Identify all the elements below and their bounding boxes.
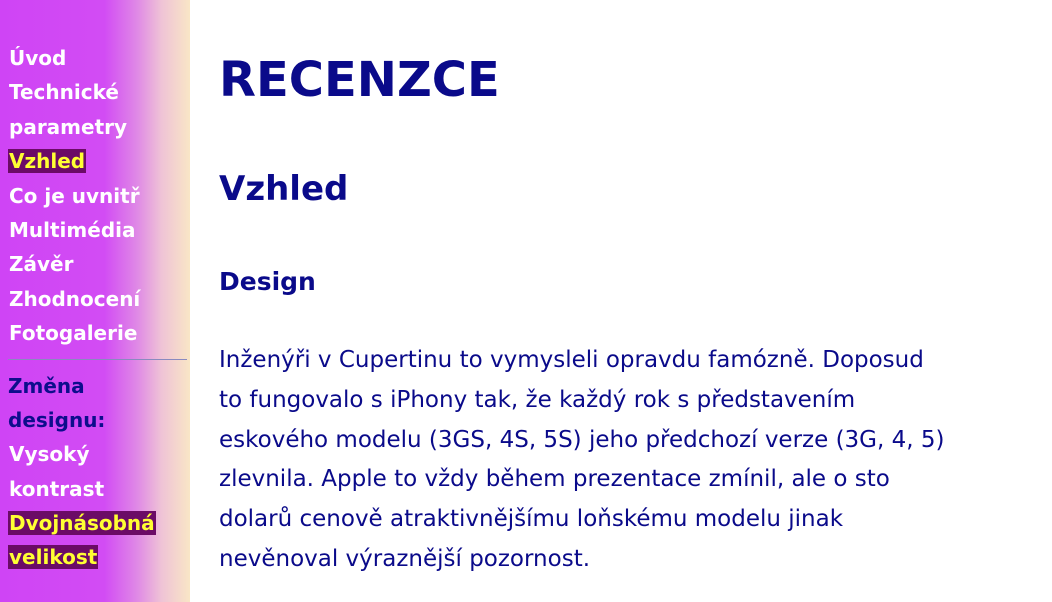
nav-link-zaver[interactable]: Závěr — [0, 247, 190, 281]
double-size-link[interactable]: Dvojnásobná — [0, 506, 190, 540]
sidebar-divider — [8, 358, 187, 360]
double-size-link[interactable]: velikost — [0, 540, 190, 574]
page-title: RECENZCE — [219, 52, 500, 108]
nav-link-label: Co je uvnitř — [9, 183, 140, 208]
nav-link-label: Vzhled — [8, 149, 87, 174]
sidebar: Úvod Technické parametry Vzhled Co je uv… — [0, 0, 190, 602]
high-contrast-link[interactable]: kontrast — [0, 472, 190, 506]
paragraph-line: zlevnila. Apple to vždy během prezentace… — [219, 466, 890, 493]
design-switcher: Změna designu: Vysoký kontrast Dvojnásob… — [0, 369, 190, 575]
high-contrast-link[interactable]: Vysoký — [0, 437, 190, 471]
nav-menu: Úvod Technické parametry Vzhled Co je uv… — [0, 41, 190, 351]
subsection-title: Design — [219, 267, 316, 296]
design-link-label: velikost — [8, 545, 99, 570]
paragraph-line: eskového modelu (3GS, 4S, 5S) jeho předc… — [219, 426, 945, 453]
nav-link-multimedia[interactable]: Multimédia — [0, 213, 190, 247]
paragraph-line: dolarů cenově atraktivnějšímu loňskému m… — [219, 506, 844, 533]
nav-link-uvod[interactable]: Úvod — [0, 41, 190, 75]
paragraph-line: to fungovalo s iPhony tak, že každý rok … — [219, 386, 856, 413]
article-paragraph: Inženýři v Cupertinu to vymysleli opravd… — [219, 341, 1034, 580]
nav-link-label: Technické — [9, 80, 119, 105]
nav-link-label: Závěr — [9, 252, 74, 277]
nav-link-parametry[interactable]: parametry — [0, 110, 190, 144]
page: Úvod Technické parametry Vzhled Co je uv… — [0, 0, 1052, 602]
nav-link-label: Multimédia — [9, 217, 136, 242]
design-link-label: Dvojnásobná — [8, 511, 156, 536]
paragraph-line: Inženýři v Cupertinu to vymysleli opravd… — [219, 347, 924, 373]
design-link-label: kontrast — [9, 476, 105, 501]
nav-link-label: Zhodnocení — [9, 286, 141, 311]
nav-link-fotogalerie[interactable]: Fotogalerie — [0, 316, 190, 350]
design-switch-label: Změna — [8, 373, 85, 398]
nav-link-label: Úvod — [9, 46, 67, 70]
nav-link-label: Fotogalerie — [9, 321, 138, 346]
design-link-label: Vysoký — [9, 442, 90, 467]
nav-link-vzhled[interactable]: Vzhled — [0, 144, 190, 178]
nav-link-zhodnoceni[interactable]: Zhodnocení — [0, 282, 190, 316]
nav-link-label: parametry — [9, 114, 128, 139]
design-switch-label: designu: — [8, 407, 106, 432]
nav-link-technicke[interactable]: Technické — [0, 75, 190, 109]
section-title: Vzhled — [219, 169, 349, 209]
main-content: RECENZCE Vzhled Design Inženýři v Cupert… — [219, 0, 1034, 602]
nav-link-co-je-uvnitr[interactable]: Co je uvnitř — [0, 179, 190, 213]
paragraph-line: nevěnoval výraznější pozornost. — [219, 545, 591, 572]
